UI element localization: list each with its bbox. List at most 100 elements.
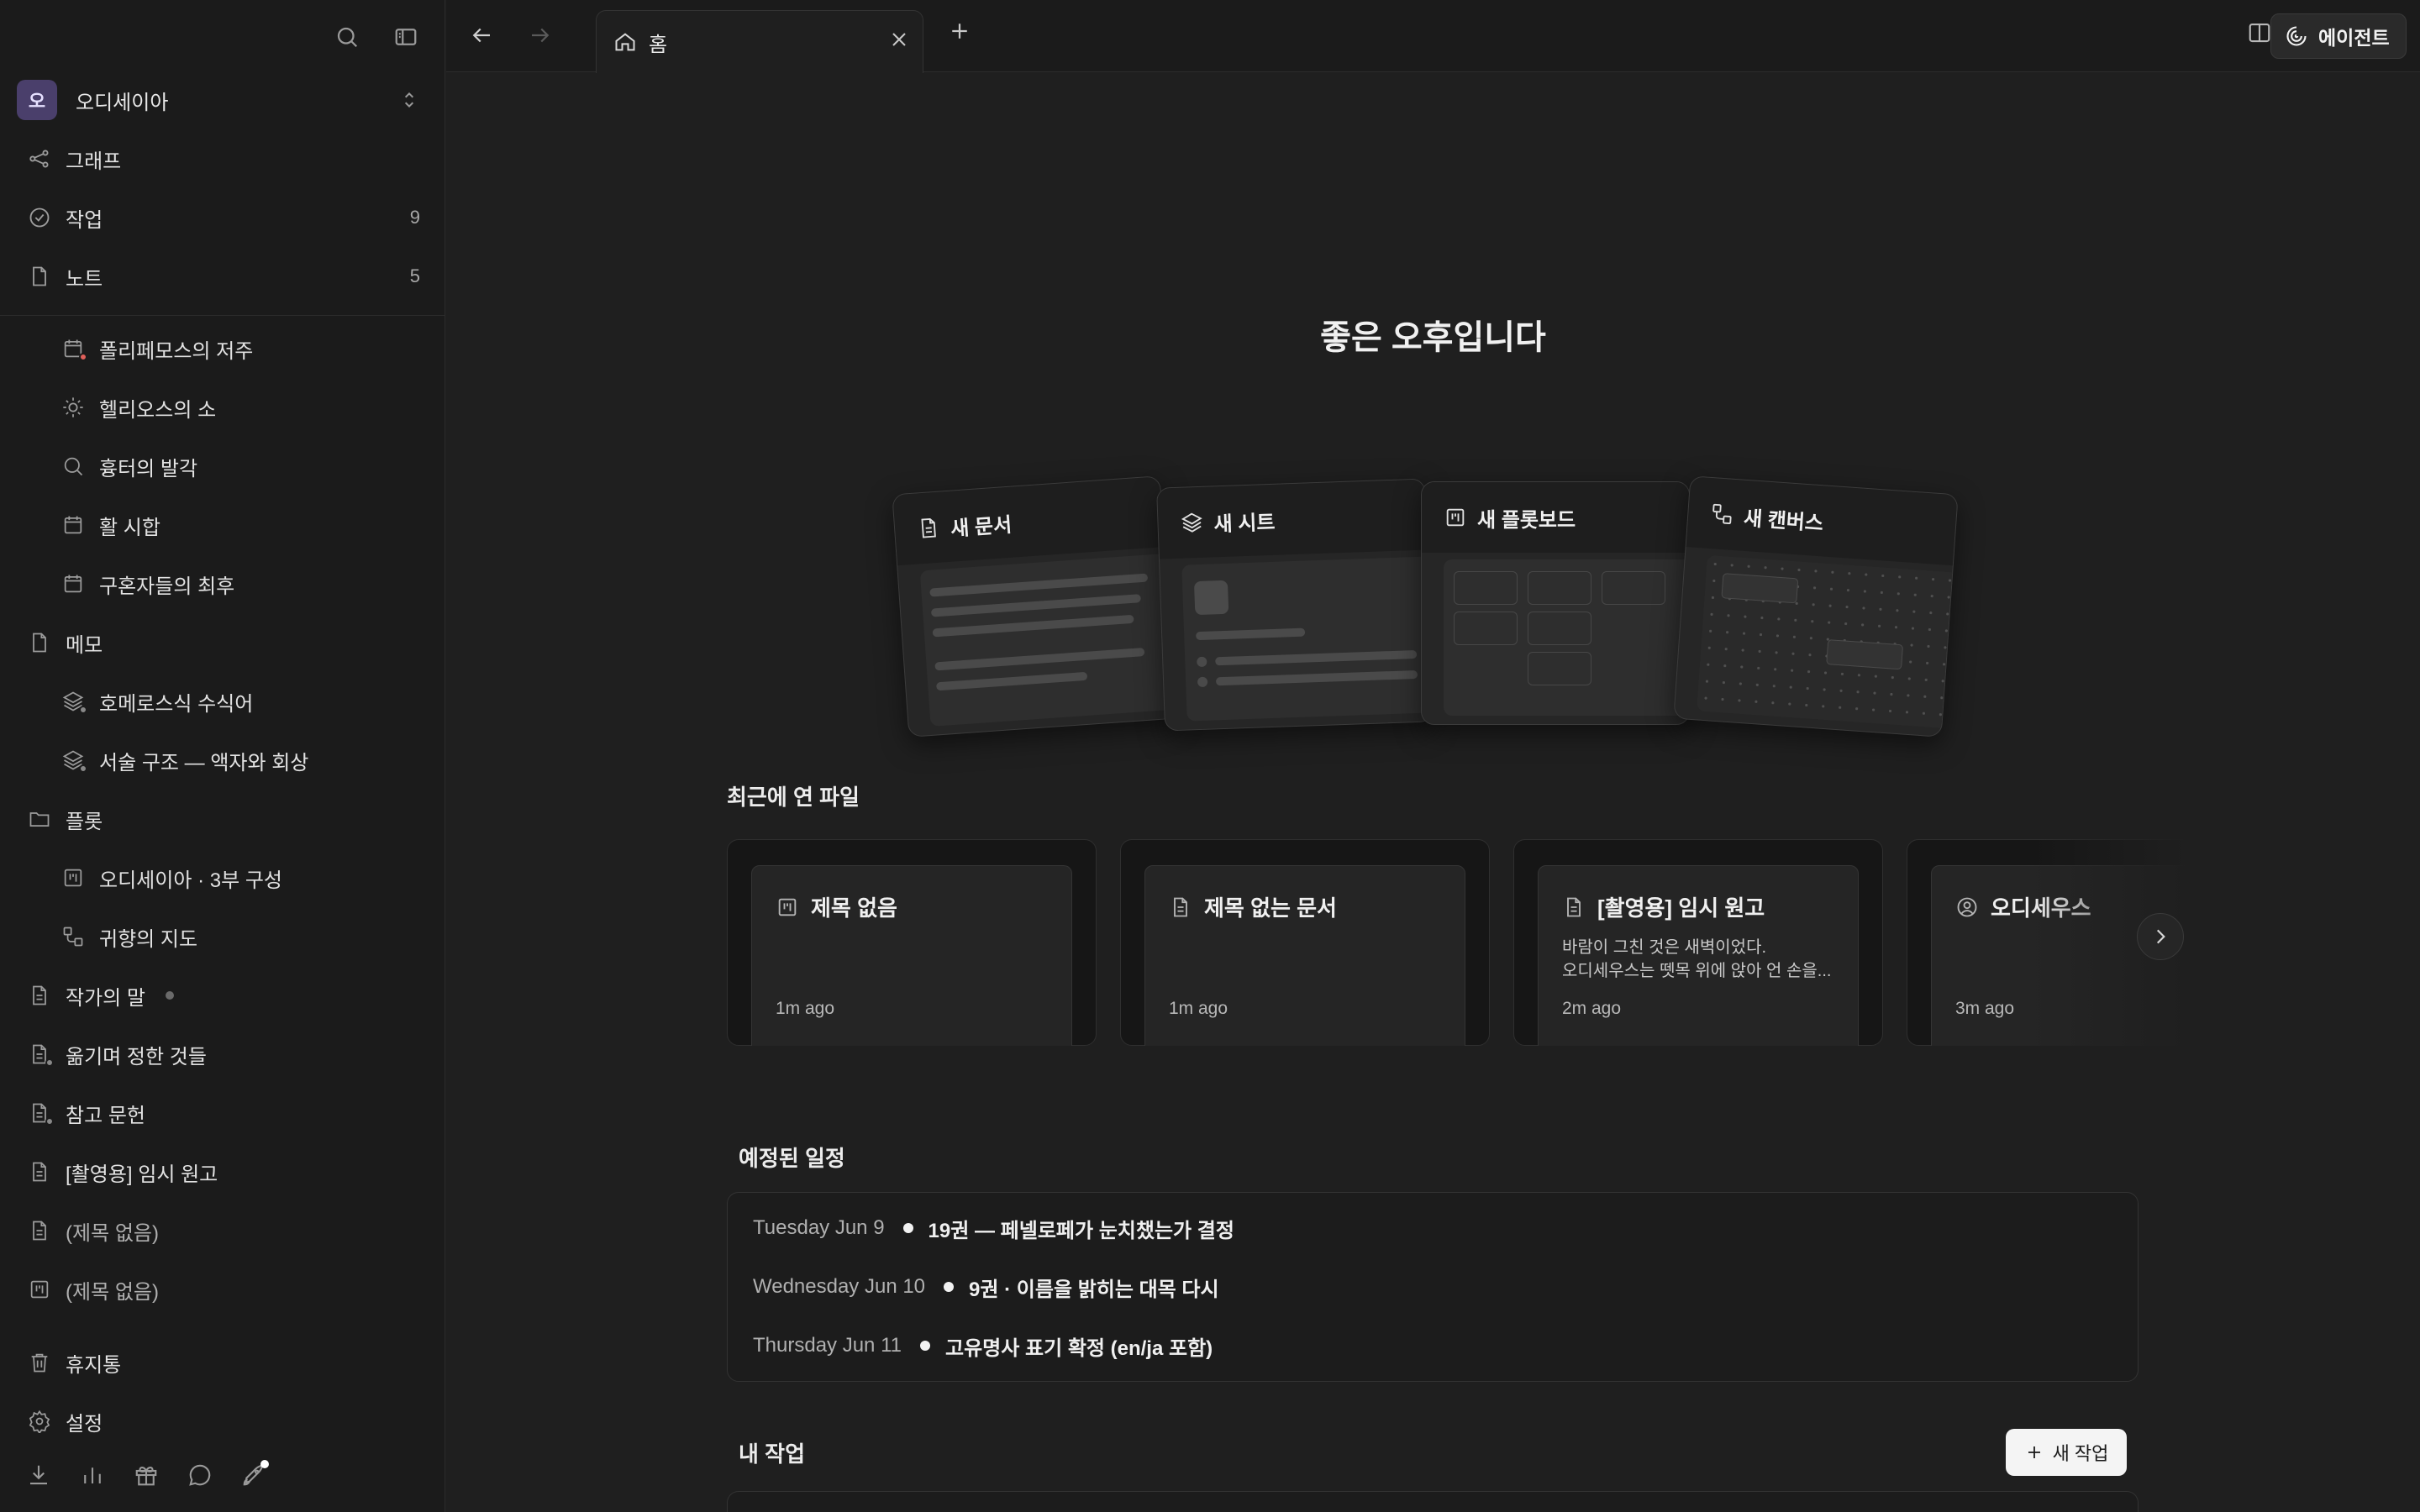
schedule-title: 예정된 일정 <box>739 1146 845 1171</box>
schedule-item[interactable]: Tuesday Jun 9 19권 — 페넬로페가 눈치챘는가 결정 <box>753 1211 1234 1245</box>
sidebar-plot-item[interactable]: 오디세이아 · 3부 구성 <box>59 855 420 900</box>
new-card-label: 새 플롯보드 <box>1477 508 1576 532</box>
home-icon <box>613 30 637 54</box>
search-icon[interactable] <box>330 20 364 54</box>
file-icon <box>25 262 54 291</box>
download-icon[interactable] <box>24 1460 54 1490</box>
rocket-icon[interactable] <box>239 1460 269 1490</box>
sidebar-item-label: 옮기며 정한 것들 <box>66 1045 207 1068</box>
sidebar-doc-item[interactable]: 참고 문헌 <box>25 1090 420 1136</box>
new-sheet-card[interactable]: 새 시트 <box>1156 478 1434 732</box>
sidebar-toggle-icon[interactable] <box>389 20 423 54</box>
workspace-avatar: 오 <box>17 80 57 120</box>
sidebar-item-label: 호메로스식 수식어 <box>99 692 254 716</box>
agent-button[interactable]: 에이전트 <box>2270 13 2407 59</box>
sidebar-top-actions <box>330 20 423 54</box>
sidebar-doc-item[interactable]: (제목 없음) <box>25 1267 420 1312</box>
plus-icon <box>2024 1442 2044 1462</box>
split-view-icon[interactable] <box>2247 20 2272 45</box>
sidebar-item-graph[interactable]: 그래프 <box>25 136 420 181</box>
calendar-icon <box>59 334 87 363</box>
sidebar-note-item[interactable]: 폴리페모스의 저주 <box>59 326 420 371</box>
schedule-item[interactable]: Thursday Jun 11 고유명사 표기 확정 (en/ja 포함) <box>753 1329 1213 1362</box>
card-preview <box>919 552 1177 727</box>
scroll-fade <box>2029 839 2214 1046</box>
sidebar-item-label: 구혼자들의 최후 <box>99 575 235 598</box>
sidebar-note-item[interactable]: 흉터의 발각 <box>59 444 420 489</box>
layers-icon <box>59 687 87 716</box>
tab-home[interactable]: 홈 <box>596 10 923 73</box>
sidebar-item-label: 오디세이아 · 3부 구성 <box>99 869 282 892</box>
sidebar: 오 오디세이아 그래프 작업 9 노트 5 폴리페모스의 저주 헬리오스의 소 … <box>0 0 445 1512</box>
sidebar-item-label: [촬영용] 임시 원고 <box>66 1163 218 1186</box>
schedule-date: Tuesday Jun 9 <box>753 1216 885 1239</box>
sidebar-item-label: 설정 <box>66 1412 103 1436</box>
sidebar-item-plot[interactable]: 플롯 <box>25 796 420 842</box>
sidebar-item-memo[interactable]: 메모 <box>25 620 420 665</box>
recent-file-card[interactable]: 제목 없음 1m ago <box>727 839 1097 1046</box>
sidebar-doc-item[interactable]: 옮기며 정한 것들 <box>25 1032 420 1077</box>
sidebar-item-label: 작업 <box>66 208 103 232</box>
sidebar-item-settings[interactable]: 설정 <box>25 1399 420 1444</box>
sidebar-plot-item[interactable]: 귀향의 지도 <box>59 914 420 959</box>
sidebar-item-label: 작가의 말 <box>66 986 145 1010</box>
document-icon <box>1562 895 1586 919</box>
schedule-item[interactable]: Wednesday Jun 10 9권 · 이름을 밝히는 대목 다시 <box>753 1270 1219 1304</box>
sidebar-doc-item[interactable]: 작가의 말 <box>25 973 420 1018</box>
status-dot <box>79 353 87 361</box>
status-dot <box>45 1058 54 1067</box>
status-dot <box>79 764 87 773</box>
recent-file-time: 3m ago <box>1955 999 2015 1018</box>
recent-file-card[interactable]: 제목 없는 문서 1m ago <box>1120 839 1490 1046</box>
plus-icon[interactable] <box>947 18 972 44</box>
my-tasks-title: 내 작업 <box>739 1441 805 1467</box>
sidebar-note-item[interactable]: 헬리오스의 소 <box>59 385 420 430</box>
card-preview <box>1696 554 1959 730</box>
new-task-button[interactable]: 새 작업 <box>2006 1429 2127 1476</box>
sidebar-item-tasks[interactable]: 작업 9 <box>25 195 420 240</box>
workspace-switcher[interactable]: 오 오디세이아 <box>17 80 420 120</box>
forward-arrow-icon[interactable] <box>523 18 557 52</box>
bullet-dot <box>902 1223 913 1233</box>
sidebar-memo-item[interactable]: 서술 구조 — 액자와 회상 <box>59 738 420 783</box>
status-dot <box>79 706 87 714</box>
sidebar-memo-item[interactable]: 호메로스식 수식어 <box>59 679 420 724</box>
sidebar-note-item[interactable]: 활 시합 <box>59 502 420 548</box>
bar-chart-icon[interactable] <box>77 1460 108 1490</box>
gear-icon <box>25 1407 54 1436</box>
sidebar-item-notes[interactable]: 노트 5 <box>25 254 420 299</box>
canvas-icon <box>59 922 87 951</box>
document-icon <box>25 1216 54 1245</box>
recent-file-time: 2m ago <box>1562 999 1622 1018</box>
recent-file-card[interactable]: [촬영용] 임시 원고 바람이 그친 것은 새벽이었다. 오디세우스는 뗏목 위… <box>1513 839 1883 1046</box>
sidebar-note-item[interactable]: 구혼자들의 최후 <box>59 561 420 606</box>
sidebar-item-label: 귀향의 지도 <box>99 927 198 951</box>
tasks-list <box>727 1491 2139 1512</box>
card-preview <box>1444 559 1689 716</box>
search-icon <box>59 452 87 480</box>
new-canvas-card[interactable]: 새 캔버스 <box>1673 475 1959 738</box>
chevron-right-icon[interactable] <box>2137 913 2184 960</box>
sidebar-doc-item[interactable]: (제목 없음) <box>25 1208 420 1253</box>
close-icon[interactable] <box>887 28 911 51</box>
sidebar-item-label: 휴지통 <box>66 1353 122 1377</box>
sidebar-doc-item[interactable]: [촬영용] 임시 원고 <box>25 1149 420 1194</box>
new-plotboard-card[interactable]: 새 플롯보드 <box>1421 481 1690 725</box>
new-task-label: 새 작업 <box>2052 1443 2109 1464</box>
sidebar-bottom-toolbar <box>24 1460 269 1490</box>
document-icon <box>25 1158 54 1186</box>
recent-file-title: 제목 없음 <box>811 895 897 921</box>
recent-file-title: [촬영용] 임시 원고 <box>1597 895 1765 921</box>
chat-icon[interactable] <box>185 1460 215 1490</box>
sidebar-item-trash[interactable]: 휴지통 <box>25 1340 420 1385</box>
person-icon <box>1955 895 1979 919</box>
trash-icon <box>25 1348 54 1377</box>
document-icon <box>25 1099 54 1127</box>
gift-icon[interactable] <box>131 1460 161 1490</box>
schedule-list: Tuesday Jun 9 19권 — 페넬로페가 눈치챘는가 결정 Wedne… <box>727 1192 2139 1382</box>
agent-label: 에이전트 <box>2318 27 2390 49</box>
new-document-card[interactable]: 새 문서 <box>892 475 1177 738</box>
bullet-dot <box>944 1282 955 1292</box>
back-arrow-icon[interactable] <box>465 18 498 52</box>
sidebar-item-label: 흉터의 발각 <box>99 457 198 480</box>
